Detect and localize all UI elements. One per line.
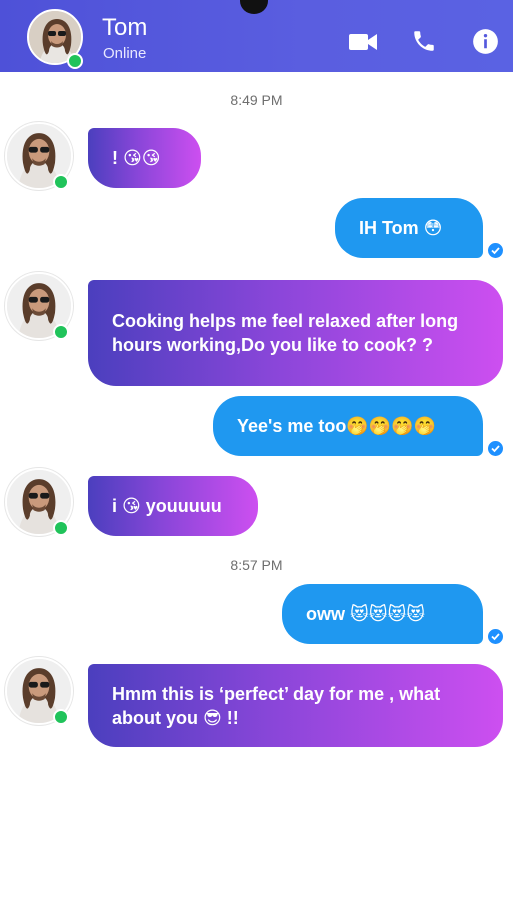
incoming-message[interactable]: Cooking helps me feel relaxed after long… bbox=[88, 280, 503, 386]
chat-header: Tom Online bbox=[0, 0, 513, 72]
message-text: Cooking helps me feel relaxed after long… bbox=[112, 311, 459, 355]
read-receipt-icon bbox=[488, 243, 503, 258]
outgoing-message[interactable]: IH Tom 😳 bbox=[335, 198, 483, 258]
online-indicator bbox=[67, 53, 83, 69]
contact-name: Tom bbox=[102, 14, 148, 41]
online-indicator bbox=[53, 174, 69, 190]
message-text: oww 😻😻😻😻 bbox=[306, 604, 426, 624]
outgoing-message[interactable]: Yee's me too🤭🤭🤭🤭 bbox=[213, 396, 483, 456]
camera-cutout bbox=[240, 0, 268, 14]
incoming-message[interactable]: Hmm this is ‘perfect’ day for me , what … bbox=[88, 664, 503, 747]
online-indicator bbox=[53, 709, 69, 725]
message-text: i 😘 youuuuu bbox=[112, 496, 222, 516]
online-indicator bbox=[53, 324, 69, 340]
incoming-message[interactable]: ! 😘😘 bbox=[88, 128, 201, 188]
contact-status: Online bbox=[103, 45, 147, 62]
read-receipt-icon bbox=[488, 629, 503, 644]
info-icon[interactable] bbox=[472, 28, 499, 55]
video-call-icon[interactable] bbox=[349, 32, 377, 52]
incoming-message[interactable]: i 😘 youuuuu bbox=[88, 476, 258, 536]
phone-icon[interactable] bbox=[411, 28, 437, 54]
online-indicator bbox=[53, 520, 69, 536]
outgoing-message[interactable]: oww 😻😻😻😻 bbox=[282, 584, 483, 644]
timestamp: 8:49 PM bbox=[230, 92, 283, 108]
message-text: Hmm this is ‘perfect’ day for me , what … bbox=[112, 683, 441, 728]
message-text: IH Tom 😳 bbox=[359, 218, 443, 238]
message-text: ! 😘😘 bbox=[112, 148, 161, 168]
message-text: Yee's me too🤭🤭🤭🤭 bbox=[237, 416, 436, 436]
timestamp: 8:57 PM bbox=[230, 557, 283, 573]
read-receipt-icon bbox=[488, 441, 503, 456]
